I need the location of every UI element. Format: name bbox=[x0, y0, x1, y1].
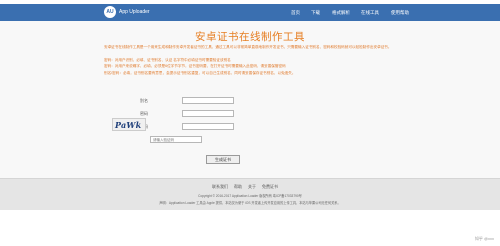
captcha-image[interactable]: PaWk bbox=[112, 118, 146, 131]
disclaimer-text: 声明：Application Loader 工具由 Apple 提供，本站仅为便… bbox=[159, 201, 341, 205]
nav-item-download[interactable]: 下载 bbox=[311, 4, 320, 21]
footer-links: 联系我们 帮助 关于 免费证书 bbox=[212, 184, 292, 190]
app-logo[interactable]: AU bbox=[104, 6, 116, 18]
footer-link-about[interactable]: 关于 bbox=[248, 184, 256, 190]
captcha-text: PaWk bbox=[115, 120, 142, 130]
page-title: 安卓证书在线制作工具 bbox=[195, 31, 305, 43]
description-paragraph: 别名/密码：必填，证书别名要有意思，会提示证书别名重复，可以自己生成别名，同时请… bbox=[104, 71, 296, 75]
watermark: 知乎 @xxx bbox=[474, 236, 494, 241]
footer-link-free-cert[interactable]: 免费证书 bbox=[262, 184, 278, 190]
password-label: 密码 bbox=[140, 111, 148, 116]
nav-item-online-tools[interactable]: 在线工具 bbox=[361, 4, 379, 21]
captcha-input[interactable] bbox=[150, 136, 202, 143]
alias-label: 别名 bbox=[140, 98, 148, 103]
main-content: 安卓证书在线制作工具 安卓证书在线制作工具是一个用来生成和制作安卓开发者证书的工… bbox=[0, 21, 500, 178]
alias-input[interactable] bbox=[182, 97, 234, 104]
footer-link-help[interactable]: 帮助 bbox=[234, 184, 242, 190]
nav-item-format-parse[interactable]: 格式解析 bbox=[332, 4, 350, 21]
nav-item-home[interactable]: 首页 bbox=[291, 4, 300, 21]
password-input[interactable] bbox=[182, 110, 234, 117]
description-paragraph: 密码：对用户识别、必填、证书别名、认证 名字符中必填证书时需要验证该别名 bbox=[104, 58, 231, 62]
footer: 联系我们 帮助 关于 免费证书 Copyright © 2016-2017 Ap… bbox=[0, 178, 500, 210]
brand-name[interactable]: App Uploader bbox=[119, 4, 150, 21]
description-paragraph: 安卓证书在线制作工具是一个用来生成和制作安卓开发者证书的工具，通过工具可以非常简… bbox=[104, 45, 392, 49]
generate-certificate-button[interactable]: 生成证书 bbox=[206, 155, 240, 164]
footer-link-contact[interactable]: 联系我们 bbox=[212, 184, 228, 190]
confirm-password-input[interactable] bbox=[182, 123, 234, 130]
description-paragraph: 密码：对用户来说确字、必填，必须是6位字节字节，证书密码要，在打开证书时需要输入… bbox=[104, 64, 286, 68]
copyright-text: Copyright © 2016-2017 Application Loader… bbox=[198, 194, 302, 198]
nav-item-help[interactable]: 使用帮助 bbox=[391, 4, 409, 21]
top-navbar: AU App Uploader 首页 下载 格式解析 在线工具 使用帮助 bbox=[0, 4, 500, 21]
